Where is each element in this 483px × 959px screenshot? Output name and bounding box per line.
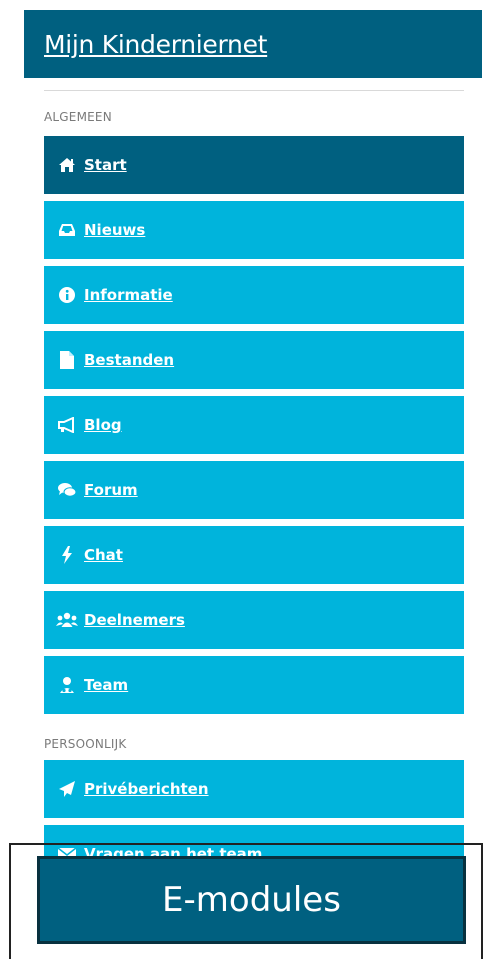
menu-item-nieuws[interactable]: Nieuws <box>44 201 464 259</box>
menu-item-bestanden[interactable]: Bestanden <box>44 331 464 389</box>
menu-item-label: Team <box>84 676 129 694</box>
menu-item-priveberichten[interactable]: Privéberichten <box>44 760 464 818</box>
comments-icon <box>56 481 78 499</box>
menu-item-label: Blog <box>84 416 122 434</box>
menu-item-label: Deelnemers <box>84 611 185 629</box>
section-label-persoonlijk: PERSOONLIJK <box>44 737 127 751</box>
bolt-icon <box>56 546 78 564</box>
users-icon <box>56 611 78 629</box>
inbox-icon <box>56 221 78 239</box>
site-header: Mijn Kinderniernet <box>24 10 482 78</box>
menu-item-blog[interactable]: Blog <box>44 396 464 454</box>
menu-item-forum[interactable]: Forum <box>44 461 464 519</box>
site-title-link[interactable]: Mijn Kinderniernet <box>44 30 267 59</box>
user-team-icon <box>56 676 78 694</box>
send-icon <box>56 780 78 798</box>
menu-item-label: Forum <box>84 481 138 499</box>
menu-item-informatie[interactable]: Informatie <box>44 266 464 324</box>
section-label-algemeen: ALGEMEEN <box>44 110 112 124</box>
menu-item-label: Informatie <box>84 286 173 304</box>
menu-algemeen: Start Nieuws Informatie Bestanden Blog F… <box>44 136 464 721</box>
menu-item-label: Chat <box>84 546 123 564</box>
menu-item-start[interactable]: Start <box>44 136 464 194</box>
menu-item-label: Start <box>84 156 127 174</box>
megaphone-icon <box>56 416 78 434</box>
menu-item-label: Nieuws <box>84 221 146 239</box>
menu-item-chat[interactable]: Chat <box>44 526 464 584</box>
file-icon <box>56 351 78 369</box>
divider <box>44 90 464 91</box>
menu-item-label: Privéberichten <box>84 780 209 798</box>
e-modules-button[interactable]: E-modules <box>37 856 466 944</box>
home-icon <box>56 156 78 174</box>
menu-item-deelnemers[interactable]: Deelnemers <box>44 591 464 649</box>
menu-item-label: Bestanden <box>84 351 175 369</box>
menu-item-team[interactable]: Team <box>44 656 464 714</box>
info-icon <box>56 286 78 304</box>
